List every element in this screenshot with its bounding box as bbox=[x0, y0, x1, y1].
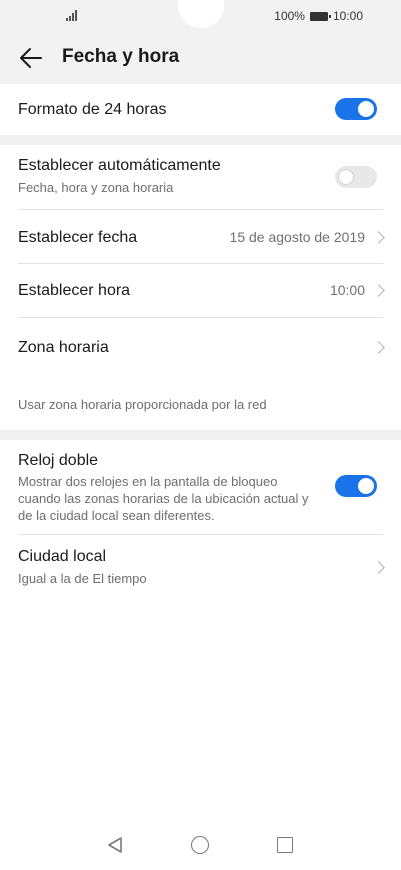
auto-set-sub: Fecha, hora y zona horaria bbox=[18, 180, 174, 195]
home-city-label: Ciudad local bbox=[18, 548, 107, 565]
signal-icon bbox=[66, 9, 80, 21]
dual-clock-toggle[interactable] bbox=[335, 475, 377, 497]
battery-percent: 100% bbox=[274, 9, 305, 23]
format24-toggle[interactable] bbox=[335, 98, 377, 120]
divider bbox=[18, 263, 383, 264]
set-time-label: Establecer hora bbox=[18, 282, 131, 299]
square-recent-icon[interactable] bbox=[277, 837, 293, 853]
auto-set-toggle[interactable] bbox=[335, 166, 377, 188]
battery-icon bbox=[309, 11, 331, 21]
divider bbox=[18, 317, 383, 318]
set-time-value: 10:00 bbox=[329, 282, 365, 298]
datetime-section: Establecer automáticamente Fecha, hora y… bbox=[0, 145, 401, 430]
network-timezone-hint: Usar zona horaria proporcionada por la r… bbox=[18, 397, 267, 412]
home-city-sub: Igual a la de El tiempo bbox=[18, 571, 147, 586]
timezone-label: Zona horaria bbox=[18, 339, 109, 356]
dual-clock-label: Reloj doble bbox=[18, 452, 99, 469]
auto-set-label: Establecer automáticamente bbox=[18, 157, 221, 174]
arrow-left-icon[interactable] bbox=[19, 47, 43, 69]
format24-label: Formato de 24 horas bbox=[18, 101, 167, 118]
circle-home-icon[interactable] bbox=[191, 836, 209, 854]
camera-notch bbox=[178, 0, 224, 28]
format24-row[interactable]: Formato de 24 horas bbox=[0, 84, 401, 135]
divider bbox=[18, 209, 383, 210]
dual-clock-section: Reloj doble Mostrar dos relojes en la pa… bbox=[0, 440, 401, 600]
set-date-value: 15 de agosto de 2019 bbox=[229, 229, 365, 245]
clock: 10:00 bbox=[332, 9, 363, 23]
status-bar: 100% 10:00 bbox=[0, 0, 401, 32]
divider bbox=[18, 534, 383, 535]
dual-clock-sub: Mostrar dos relojes en la pantalla de bl… bbox=[18, 474, 309, 523]
section-gap bbox=[0, 135, 401, 145]
app-header: Fecha y hora bbox=[0, 32, 401, 84]
system-nav-bar bbox=[0, 818, 401, 870]
section-gap bbox=[0, 430, 401, 440]
triangle-back-icon[interactable] bbox=[106, 836, 124, 854]
page-title: Fecha y hora bbox=[62, 46, 180, 67]
status-right: 100% 10:00 bbox=[274, 9, 363, 23]
